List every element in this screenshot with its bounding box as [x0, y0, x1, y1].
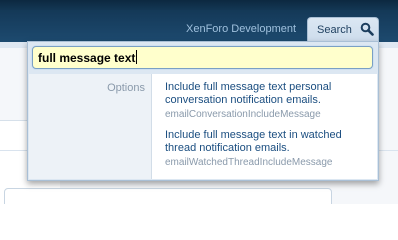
results-section-label: Options	[107, 82, 145, 94]
search-result-item[interactable]: Include full message text personal conve…	[165, 81, 375, 121]
results-section-header: Options	[29, 74, 152, 179]
search-result-item[interactable]: Include full message text in watched thr…	[165, 129, 375, 169]
magnifier-icon	[360, 22, 374, 36]
search-result-title[interactable]: Include full message text in watched thr…	[165, 129, 375, 155]
nav-link-xenforo-development[interactable]: XenForo Development	[186, 23, 296, 35]
search-tab[interactable]: Search	[307, 17, 379, 42]
search-result-title[interactable]: Include full message text personal conve…	[165, 81, 375, 107]
search-input[interactable]: full message text	[32, 46, 373, 69]
page-background-field	[4, 188, 332, 204]
search-result-option-id: emailConversationIncludeMessage	[165, 109, 321, 120]
search-tab-label: Search	[317, 24, 352, 36]
page: XenForo Development Search full message …	[0, 0, 398, 204]
search-results: Options Include full message text person…	[29, 74, 377, 179]
top-navigation-bar: XenForo Development Search	[0, 0, 398, 42]
text-caret	[136, 50, 138, 64]
search-input-value: full message text	[38, 50, 138, 65]
search-result-option-id: emailWatchedThreadIncludeMessage	[165, 157, 333, 168]
